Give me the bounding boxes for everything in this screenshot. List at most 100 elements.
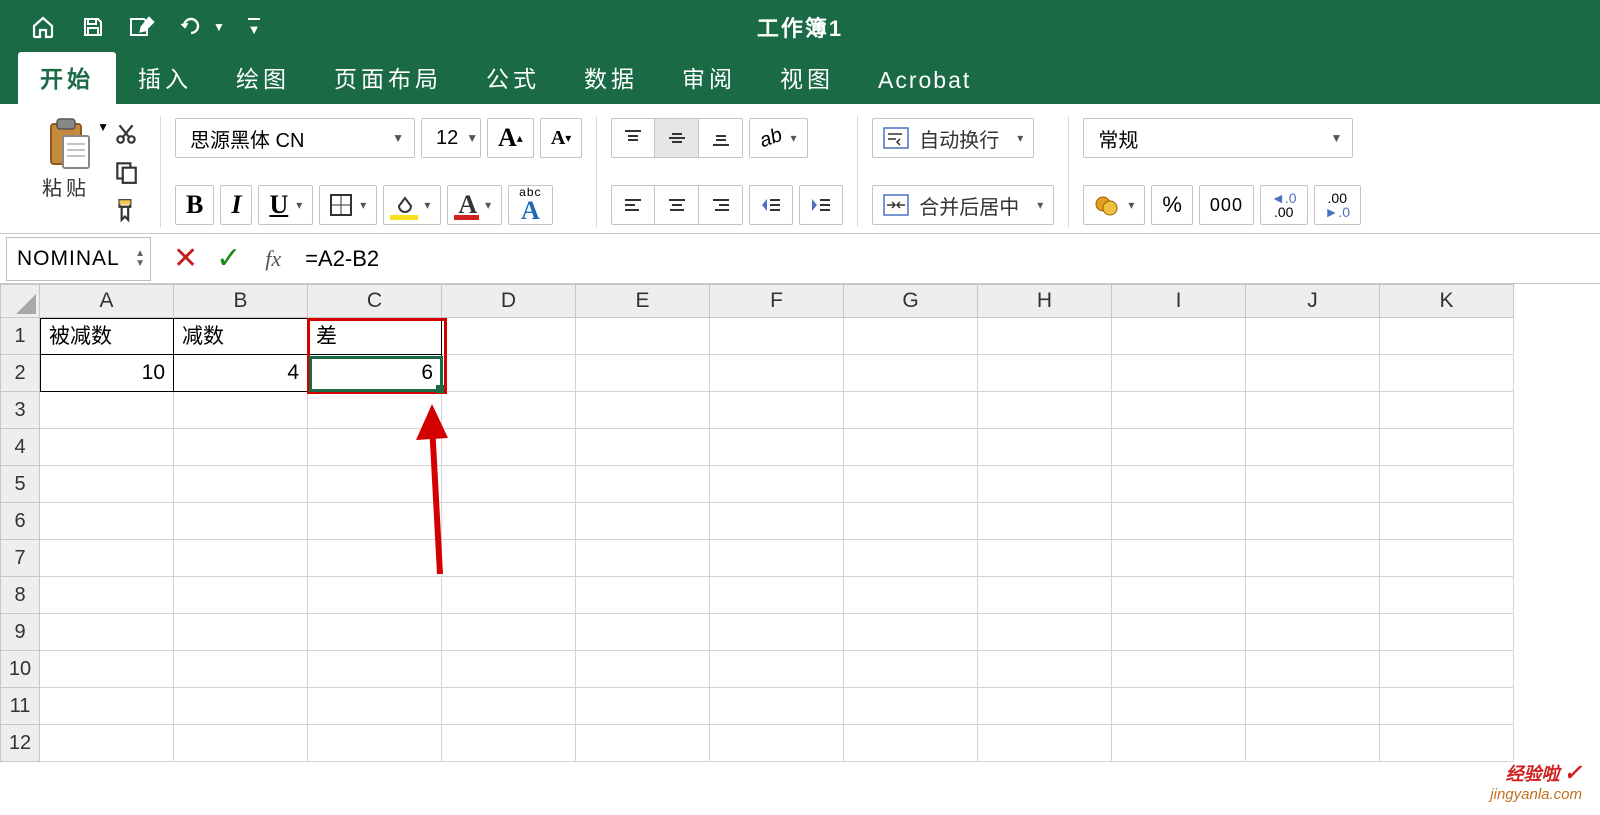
- cell-H9[interactable]: [978, 614, 1112, 651]
- align-center-button[interactable]: [655, 185, 699, 225]
- cell-F11[interactable]: [710, 688, 844, 725]
- cell-G4[interactable]: [844, 429, 978, 466]
- cell-D6[interactable]: [442, 503, 576, 540]
- tab-view[interactable]: 视图: [758, 52, 856, 104]
- cell-B1[interactable]: 减数: [174, 318, 308, 355]
- cell-D2[interactable]: [442, 355, 576, 392]
- cell-J9[interactable]: [1246, 614, 1380, 651]
- cell-D9[interactable]: [442, 614, 576, 651]
- cell-F4[interactable]: [710, 429, 844, 466]
- cell-A11[interactable]: [40, 688, 174, 725]
- col-F[interactable]: F: [710, 284, 844, 318]
- customize-icon[interactable]: ▼: [236, 9, 272, 45]
- cell-C9[interactable]: [308, 614, 442, 651]
- cell-C7[interactable]: [308, 540, 442, 577]
- row-5[interactable]: 5: [0, 466, 40, 503]
- cell-K7[interactable]: [1380, 540, 1514, 577]
- cell-B5[interactable]: [174, 466, 308, 503]
- cell-F2[interactable]: [710, 355, 844, 392]
- cell-F5[interactable]: [710, 466, 844, 503]
- cell-K11[interactable]: [1380, 688, 1514, 725]
- cell-A8[interactable]: [40, 577, 174, 614]
- formula-input[interactable]: [299, 246, 1600, 272]
- cell-K5[interactable]: [1380, 466, 1514, 503]
- border-button[interactable]: ▾: [319, 185, 377, 225]
- percent-button[interactable]: %: [1151, 185, 1193, 225]
- cell-A7[interactable]: [40, 540, 174, 577]
- cell-H6[interactable]: [978, 503, 1112, 540]
- tab-acrobat[interactable]: Acrobat: [856, 59, 993, 104]
- cell-I2[interactable]: [1112, 355, 1246, 392]
- row-12[interactable]: 12: [0, 725, 40, 762]
- orientation-button[interactable]: ab▾: [749, 118, 807, 158]
- cell-A1[interactable]: 被减数: [40, 318, 174, 355]
- name-box[interactable]: NOMINAL ▲▼: [6, 237, 151, 281]
- cell-D12[interactable]: [442, 725, 576, 762]
- cell-B11[interactable]: [174, 688, 308, 725]
- tab-formula[interactable]: 公式: [464, 52, 562, 104]
- paste-icon[interactable]: ▼: [43, 116, 89, 166]
- undo-icon[interactable]: ▼: [168, 9, 236, 45]
- cell-A2[interactable]: 10: [40, 355, 174, 392]
- decrease-font-button[interactable]: A▾: [540, 118, 582, 158]
- cell-B8[interactable]: [174, 577, 308, 614]
- wrap-text-button[interactable]: 自动换行▾: [872, 118, 1034, 158]
- cell-E1[interactable]: [576, 318, 710, 355]
- cell-J3[interactable]: [1246, 392, 1380, 429]
- row-11[interactable]: 11: [0, 688, 40, 725]
- cell-E11[interactable]: [576, 688, 710, 725]
- cell-I6[interactable]: [1112, 503, 1246, 540]
- cell-K3[interactable]: [1380, 392, 1514, 429]
- cell-I7[interactable]: [1112, 540, 1246, 577]
- cell-B9[interactable]: [174, 614, 308, 651]
- cell-G8[interactable]: [844, 577, 978, 614]
- cell-E9[interactable]: [576, 614, 710, 651]
- cell-J10[interactable]: [1246, 651, 1380, 688]
- select-all-corner[interactable]: [0, 284, 40, 318]
- col-E[interactable]: E: [576, 284, 710, 318]
- cell-G5[interactable]: [844, 466, 978, 503]
- cell-D7[interactable]: [442, 540, 576, 577]
- cell-K1[interactable]: [1380, 318, 1514, 355]
- cell-G7[interactable]: [844, 540, 978, 577]
- cell-I11[interactable]: [1112, 688, 1246, 725]
- cell-G6[interactable]: [844, 503, 978, 540]
- cell-I5[interactable]: [1112, 466, 1246, 503]
- align-right-button[interactable]: [699, 185, 743, 225]
- increase-font-button[interactable]: A▴: [487, 118, 534, 158]
- bold-button[interactable]: B: [175, 185, 214, 225]
- cell-G9[interactable]: [844, 614, 978, 651]
- tab-home[interactable]: 开始: [18, 52, 116, 104]
- comma-button[interactable]: 000: [1199, 185, 1254, 225]
- cell-H7[interactable]: [978, 540, 1112, 577]
- cell-D8[interactable]: [442, 577, 576, 614]
- cell-D11[interactable]: [442, 688, 576, 725]
- col-C[interactable]: C: [308, 284, 442, 318]
- cell-C5[interactable]: [308, 466, 442, 503]
- cell-E12[interactable]: [576, 725, 710, 762]
- cell-C12[interactable]: [308, 725, 442, 762]
- cell-F12[interactable]: [710, 725, 844, 762]
- save-icon[interactable]: [68, 9, 118, 45]
- cell-K8[interactable]: [1380, 577, 1514, 614]
- cell-E7[interactable]: [576, 540, 710, 577]
- cell-C11[interactable]: [308, 688, 442, 725]
- row-10[interactable]: 10: [0, 651, 40, 688]
- cell-J2[interactable]: [1246, 355, 1380, 392]
- row-9[interactable]: 9: [0, 614, 40, 651]
- cell-E5[interactable]: [576, 466, 710, 503]
- currency-button[interactable]: ▾: [1083, 185, 1145, 225]
- cell-J11[interactable]: [1246, 688, 1380, 725]
- cell-A10[interactable]: [40, 651, 174, 688]
- tab-draw[interactable]: 绘图: [214, 52, 312, 104]
- cell-G12[interactable]: [844, 725, 978, 762]
- accept-icon[interactable]: ✓: [216, 241, 241, 276]
- cell-C3[interactable]: [308, 392, 442, 429]
- cell-H11[interactable]: [978, 688, 1112, 725]
- cell-I10[interactable]: [1112, 651, 1246, 688]
- cell-I9[interactable]: [1112, 614, 1246, 651]
- tab-insert[interactable]: 插入: [116, 52, 214, 104]
- fill-color-button[interactable]: ▾: [383, 185, 441, 225]
- cell-H2[interactable]: [978, 355, 1112, 392]
- align-top-button[interactable]: [611, 118, 655, 158]
